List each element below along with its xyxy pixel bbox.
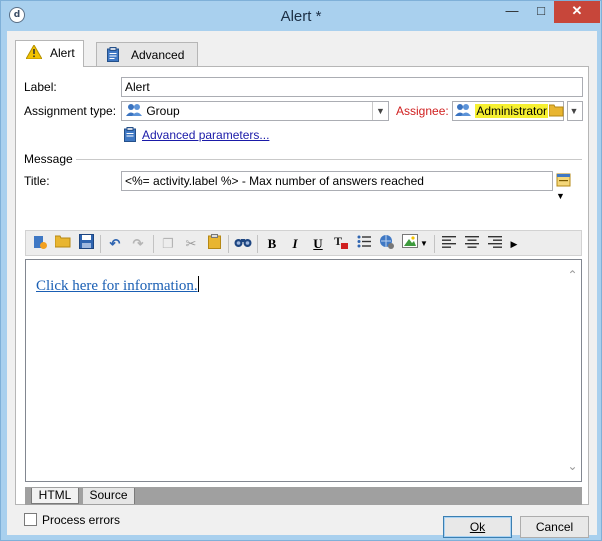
paste-icon[interactable] xyxy=(204,234,224,254)
assignment-type-value: Group xyxy=(146,104,180,118)
chevron-down-icon[interactable]: ▼ xyxy=(372,102,388,120)
information-link-text: Click here for information. xyxy=(36,278,198,294)
insert-personalization-icon[interactable] xyxy=(30,234,50,254)
label-input[interactable]: Alert xyxy=(121,77,583,97)
copy-icon[interactable]: ❐ xyxy=(158,234,178,254)
advanced-parameters-link[interactable]: Advanced parameters... xyxy=(142,128,269,142)
find-icon[interactable] xyxy=(233,234,253,254)
title-bar[interactable]: d Alert * — □ ✕ xyxy=(1,1,601,31)
bold-icon[interactable]: B xyxy=(262,234,282,254)
assignment-type-caption: Assignment type: xyxy=(24,104,117,118)
cut-icon[interactable]: ✂ xyxy=(181,234,201,254)
alert-dialog: d Alert * — □ ✕ Alert Advanced Label: Al… xyxy=(0,0,602,541)
assignee-caption: Assignee: xyxy=(396,104,449,118)
cancel-button-label: Cancel xyxy=(535,520,574,534)
ok-button-label: Ok xyxy=(469,520,486,534)
toolbar-separator xyxy=(434,235,435,253)
editor-toolbar: ↶ ↷ ❐ ✂ B I U T ▼ ▶ xyxy=(25,230,582,256)
process-errors-checkbox[interactable] xyxy=(24,513,37,526)
align-right-icon[interactable] xyxy=(485,234,505,254)
toolbar-separator xyxy=(228,235,229,253)
clipboard-icon xyxy=(107,47,125,65)
tab-alert[interactable]: Alert xyxy=(15,40,84,67)
editor-mode-bar: HTML Source xyxy=(25,487,582,505)
redo-icon[interactable]: ↷ xyxy=(128,234,148,254)
cancel-button[interactable]: Cancel xyxy=(520,516,589,538)
chevron-down-icon[interactable]: ▼ xyxy=(418,234,430,254)
scroll-up-icon[interactable]: ⌃ xyxy=(564,268,581,282)
toolbar-separator xyxy=(257,235,258,253)
dialog-body: Alert Advanced Label: Alert Assignment t… xyxy=(7,31,597,538)
tab-advanced-label: Advanced xyxy=(131,48,185,63)
tab-alert-label: Alert xyxy=(50,45,75,60)
toolbar-separator xyxy=(153,235,154,253)
assignee-dropdown[interactable]: ▼ xyxy=(567,101,583,121)
toolbar-overflow-icon[interactable]: ▶ xyxy=(508,234,520,254)
expression-editor-button[interactable]: ▼ xyxy=(556,172,584,201)
minimize-button[interactable]: — xyxy=(499,1,525,23)
process-errors-label: Process errors xyxy=(42,513,121,527)
align-center-icon[interactable] xyxy=(462,234,482,254)
editor-scrollbar[interactable]: ⌃ ⌄ xyxy=(564,260,581,481)
assignee-field[interactable]: Administrator xyxy=(452,101,564,121)
tab-advanced[interactable]: Advanced xyxy=(96,42,198,66)
underline-icon[interactable]: U xyxy=(308,234,328,254)
information-link[interactable]: Click here for information. xyxy=(36,276,199,295)
title-input[interactable]: <%= activity.label %> - Max number of an… xyxy=(121,171,553,191)
tab-source[interactable]: Source xyxy=(83,488,135,504)
save-icon[interactable] xyxy=(76,234,96,254)
group-icon xyxy=(126,104,146,118)
toolbar-separator xyxy=(100,235,101,253)
folder-icon[interactable] xyxy=(548,103,564,119)
tab-html[interactable]: HTML xyxy=(31,488,79,504)
group-icon xyxy=(455,104,475,118)
html-editor[interactable]: Click here for information. ⌃ ⌄ xyxy=(25,259,582,482)
insert-image-icon[interactable] xyxy=(400,234,420,254)
chevron-down-icon: ▼ xyxy=(568,102,582,120)
clipboard-icon xyxy=(124,127,138,143)
warning-icon xyxy=(25,43,44,62)
close-button[interactable]: ✕ xyxy=(554,1,600,23)
assignment-type-select[interactable]: Group ▼ xyxy=(121,101,389,121)
text-caret xyxy=(197,276,199,292)
maximize-button[interactable]: □ xyxy=(528,1,554,23)
message-section-label: Message xyxy=(24,152,73,166)
svg-text:T: T xyxy=(334,234,342,248)
open-folder-icon[interactable] xyxy=(53,234,73,254)
scroll-down-icon[interactable]: ⌄ xyxy=(564,459,581,473)
calendar-icon xyxy=(556,173,572,191)
undo-icon[interactable]: ↶ xyxy=(105,234,125,254)
assignee-value: Administrator xyxy=(475,104,549,118)
chevron-down-icon: ▼ xyxy=(556,191,565,201)
align-left-icon[interactable] xyxy=(439,234,459,254)
text-color-icon[interactable]: T xyxy=(331,234,351,254)
label-caption: Label: xyxy=(24,80,57,94)
insert-link-icon[interactable] xyxy=(377,234,397,254)
bullet-list-icon[interactable] xyxy=(354,234,374,254)
section-divider xyxy=(76,159,582,160)
title-caption: Title: xyxy=(24,174,50,188)
ok-button[interactable]: Ok xyxy=(443,516,512,538)
alert-panel: Label: Alert Assignment type: Group ▼ As… xyxy=(15,66,589,505)
italic-icon[interactable]: I xyxy=(285,234,305,254)
